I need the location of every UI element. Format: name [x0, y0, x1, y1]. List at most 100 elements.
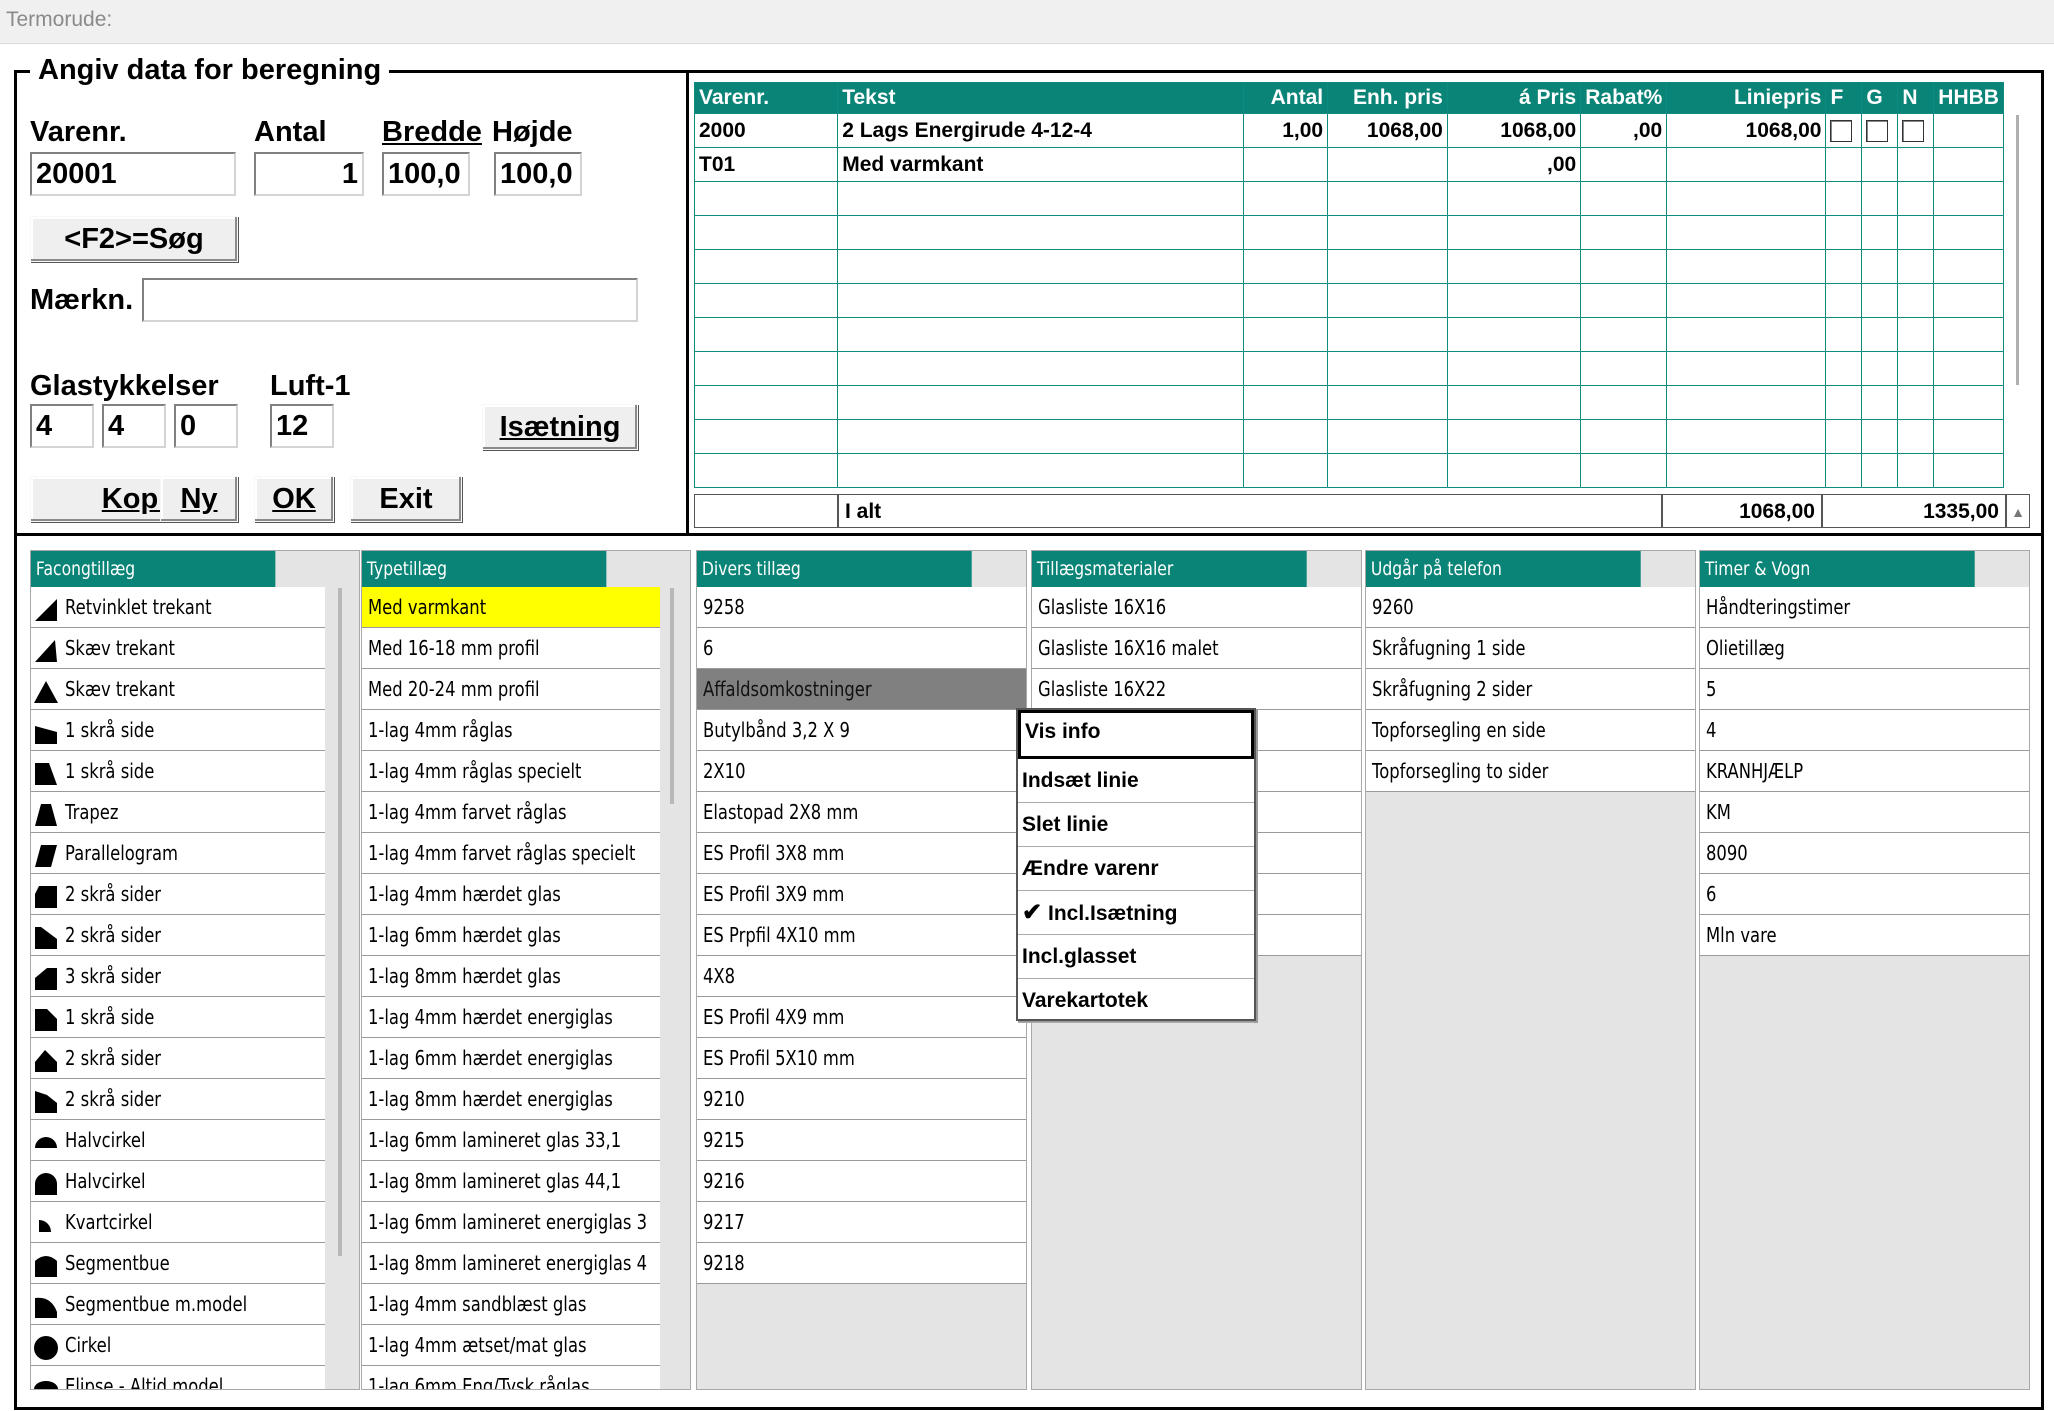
cell-empty[interactable] — [1861, 351, 1899, 386]
col-g[interactable]: G — [1861, 82, 1899, 114]
cell-empty[interactable] — [1446, 215, 1582, 250]
list-item[interactable]: 1-lag 6mm lamineret glas 33,1 — [362, 1120, 660, 1161]
list-item[interactable]: 5 — [1700, 669, 2029, 710]
cell-rabat[interactable]: ,00 — [1580, 113, 1668, 148]
cell-empty[interactable] — [1327, 249, 1448, 284]
antal-input[interactable]: 1 — [254, 152, 364, 196]
list-item[interactable]: 9260 — [1366, 587, 1695, 628]
table-row-empty[interactable] — [694, 351, 2004, 386]
col-n[interactable]: N — [1897, 82, 1935, 114]
cell-apris[interactable]: 1068,00 — [1446, 113, 1582, 148]
list-item[interactable]: Segmentbue m.model — [31, 1284, 325, 1325]
cell-empty[interactable] — [694, 283, 839, 318]
cell-empty[interactable] — [1327, 283, 1448, 318]
list-item[interactable]: 1-lag 8mm lamineret glas 44,1 — [362, 1161, 660, 1202]
table-row-empty[interactable] — [694, 215, 2004, 250]
list-item[interactable]: Skråfugning 2 sider — [1366, 669, 1695, 710]
cell-empty[interactable] — [1897, 215, 1935, 250]
list-item[interactable]: 1-lag 6mm hærdet energiglas — [362, 1038, 660, 1079]
list-item[interactable]: 4 — [1700, 710, 2029, 751]
cell-empty[interactable] — [1446, 249, 1582, 284]
cell-empty[interactable] — [1243, 419, 1329, 454]
cell-antal[interactable] — [1243, 147, 1329, 182]
list-item[interactable]: Cirkel — [31, 1325, 325, 1366]
list-item[interactable]: 2 skrå sider — [31, 915, 325, 956]
context-menu-item[interactable]: Slet linie — [1018, 803, 1254, 847]
cell-linie[interactable]: 1068,00 — [1666, 113, 1827, 148]
cell-empty[interactable] — [837, 385, 1245, 420]
table-row-empty[interactable] — [694, 453, 2004, 488]
list-item[interactable]: Skæv trekant — [31, 628, 325, 669]
list-item[interactable]: 1 skrå side — [31, 710, 325, 751]
cell-empty[interactable] — [1243, 453, 1329, 488]
col-tekst[interactable]: Tekst — [837, 82, 1245, 114]
context-menu-item[interactable]: Ændre varenr — [1018, 847, 1254, 891]
cell-empty[interactable] — [1861, 215, 1899, 250]
cell-empty[interactable] — [1327, 215, 1448, 250]
cell-empty[interactable] — [1446, 317, 1582, 352]
list-item[interactable]: Glasliste 16X22 — [1032, 669, 1361, 710]
checkbox-n[interactable] — [1902, 119, 1925, 142]
context-menu-item[interactable]: Incl.glasset — [1018, 935, 1254, 979]
hojde-input[interactable]: 100,0 — [494, 152, 582, 196]
cell-antal[interactable]: 1,00 — [1243, 113, 1329, 148]
list-item[interactable]: ES Prpfil 4X10 mm — [697, 915, 1026, 956]
list-item[interactable]: ES Profil 3X9 mm — [697, 874, 1026, 915]
list-item[interactable]: 9217 — [697, 1202, 1026, 1243]
cell-empty[interactable] — [1897, 351, 1935, 386]
list-item[interactable]: 9216 — [697, 1161, 1026, 1202]
cell-empty[interactable] — [1933, 181, 2004, 216]
list-item[interactable]: 2 skrå sider — [31, 1079, 325, 1120]
list-item[interactable]: Trapez — [31, 792, 325, 833]
search-button[interactable]: <F2>=Søg — [30, 216, 238, 262]
cell-enh[interactable] — [1327, 147, 1448, 182]
col-varenr[interactable]: Varenr. — [694, 82, 839, 114]
cell-empty[interactable] — [1861, 181, 1899, 216]
cell-empty[interactable] — [1861, 453, 1899, 488]
cell-empty[interactable] — [837, 283, 1245, 318]
cell-empty[interactable] — [694, 419, 839, 454]
list-item[interactable]: Elastopad 2X8 mm — [697, 792, 1026, 833]
list-item[interactable]: Segmentbue — [31, 1243, 325, 1284]
ok-button[interactable]: OK — [254, 476, 334, 522]
cell-empty[interactable] — [1580, 283, 1668, 318]
table-row-empty[interactable] — [694, 181, 2004, 216]
cell-empty[interactable] — [1243, 351, 1329, 386]
cell-empty[interactable] — [1933, 317, 2004, 352]
list-item[interactable]: 1-lag 4mm farvet råglas specielt — [362, 833, 660, 874]
cell-empty[interactable] — [1243, 249, 1329, 284]
list-item[interactable]: 2 skrå sider — [31, 1038, 325, 1079]
list-item[interactable]: 1-lag 4mm sandblæst glas — [362, 1284, 660, 1325]
cell-empty[interactable] — [1327, 385, 1448, 420]
cell-empty[interactable] — [1825, 419, 1863, 454]
cell-empty[interactable] — [1580, 181, 1668, 216]
cell-empty[interactable] — [1580, 419, 1668, 454]
cell-empty[interactable] — [694, 351, 839, 386]
list-item[interactable]: Glasliste 16X16 malet — [1032, 628, 1361, 669]
cell-empty[interactable] — [1446, 419, 1582, 454]
cell-empty[interactable] — [1825, 453, 1863, 488]
checkbox-g[interactable] — [1866, 119, 1889, 142]
cell-empty[interactable] — [1327, 453, 1448, 488]
list-item[interactable]: Kvartcirkel — [31, 1202, 325, 1243]
list-item[interactable]: Med 20-24 mm profil — [362, 669, 660, 710]
list-item[interactable]: ES Profil 3X8 mm — [697, 833, 1026, 874]
col-antal[interactable]: Antal — [1243, 82, 1329, 114]
cell-empty[interactable] — [837, 419, 1245, 454]
col-enh-pris[interactable]: Enh. pris — [1327, 82, 1448, 114]
list-item[interactable]: 6 — [1700, 874, 2029, 915]
cell-empty[interactable] — [1933, 351, 2004, 386]
cell-empty[interactable] — [1243, 283, 1329, 318]
table-row-empty[interactable] — [694, 419, 2004, 454]
glas-thickness-3-input[interactable]: 0 — [174, 404, 238, 448]
exit-button[interactable]: Exit — [350, 476, 462, 522]
list-item[interactable]: 1-lag 4mm hærdet glas — [362, 874, 660, 915]
checkbox-f[interactable] — [1830, 119, 1853, 142]
list-item[interactable]: Halvcirkel — [31, 1120, 325, 1161]
cell-varenr[interactable]: 2000 — [694, 113, 839, 148]
cell-empty[interactable] — [1933, 385, 2004, 420]
cell-empty[interactable] — [1933, 249, 2004, 284]
cell-empty[interactable] — [1580, 317, 1668, 352]
cell-empty[interactable] — [1446, 181, 1582, 216]
cell-empty[interactable] — [1825, 351, 1863, 386]
